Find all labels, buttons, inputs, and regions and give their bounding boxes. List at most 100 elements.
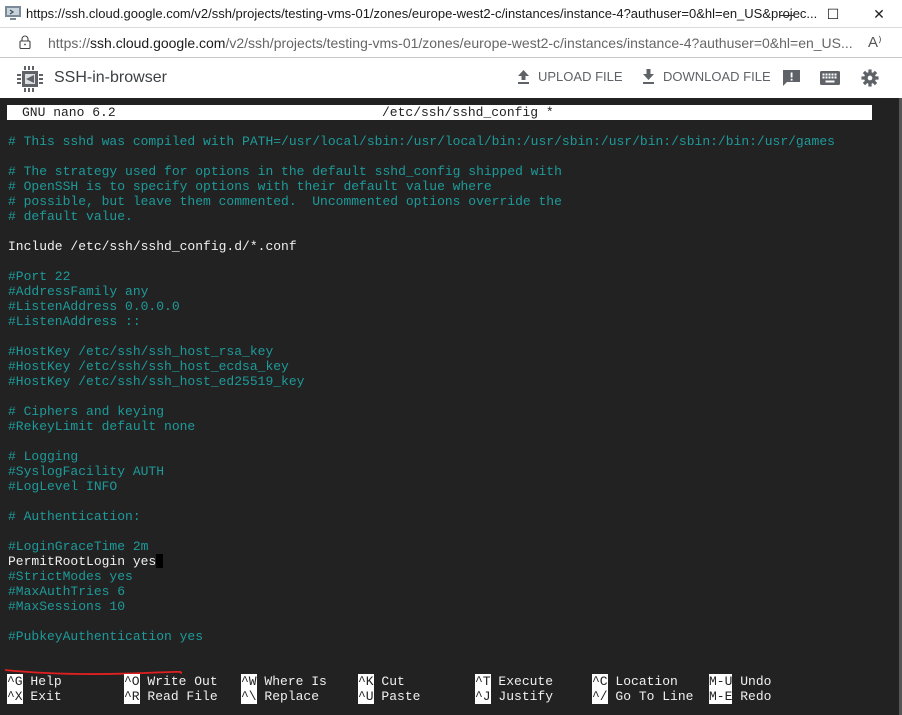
shortcut-item[interactable]: ^C Location	[592, 674, 678, 689]
minimize-button[interactable]: —	[764, 0, 810, 28]
terminal[interactable]: GNU nano 6.2 /etc/ssh/sshd_config * # Th…	[0, 98, 902, 715]
editor-line[interactable]: # Ciphers and keying	[8, 404, 835, 419]
shortcut-item[interactable]: ^\ Replace	[241, 689, 319, 704]
close-button[interactable]: ✕	[856, 0, 902, 28]
download-file-label: DOWNLOAD FILE	[663, 69, 771, 84]
editor-line[interactable]: #RekeyLimit default none	[8, 419, 835, 434]
editor-line[interactable]: #MaxAuthTries 6	[8, 584, 835, 599]
editor-line[interactable]: #HostKey /etc/ssh/ssh_host_rsa_key	[8, 344, 835, 359]
editor-line[interactable]: #Port 22	[8, 269, 835, 284]
window-title-bar: https://ssh.cloud.google.com/v2/ssh/proj…	[0, 0, 902, 28]
editor-line[interactable]	[8, 524, 835, 539]
editor-line-text: # Ciphers and keying	[8, 404, 165, 419]
gear-icon[interactable]	[860, 69, 880, 87]
editor-line[interactable]: #StrictModes yes	[8, 569, 835, 584]
shortcut-label: Cut	[381, 674, 405, 689]
shortcut-item[interactable]: M-U Undo	[709, 674, 771, 689]
editor-line[interactable]: # possible, but leave them commented. Un…	[8, 194, 835, 209]
editor-line[interactable]: #HostKey /etc/ssh/ssh_host_ecdsa_key	[8, 359, 835, 374]
download-icon	[643, 69, 654, 84]
editor-line[interactable]: # Authentication:	[8, 509, 835, 524]
address-bar[interactable]: https://ssh.cloud.google.com/v2/ssh/proj…	[0, 28, 902, 58]
upload-file-button[interactable]: UPLOAD FILE	[517, 69, 623, 84]
shortcut-key: ^C	[592, 674, 608, 689]
app-window-icon	[5, 6, 21, 20]
editor-line[interactable]	[8, 224, 835, 239]
editor-line-text: Include /etc/ssh/sshd_config.d/*.conf	[8, 239, 297, 254]
editor-line[interactable]: Include /etc/ssh/sshd_config.d/*.conf	[8, 239, 835, 254]
editor-line[interactable]: #LoginGraceTime 2m	[8, 539, 835, 554]
editor-line-text: # This sshd was compiled with PATH=/usr/…	[8, 134, 835, 149]
editor-line[interactable]	[8, 149, 835, 164]
editor-line[interactable]: #LogLevel INFO	[8, 479, 835, 494]
editor-line-text: #HostKey /etc/ssh/ssh_host_ed25519_key	[8, 374, 305, 389]
shortcut-label: Write Out	[147, 674, 218, 689]
app-title: SSH-in-browser	[54, 69, 167, 86]
editor-line[interactable]: # OpenSSH is to specify options with the…	[8, 179, 835, 194]
editor-line-text: # The strategy used for options in the d…	[8, 164, 562, 179]
url-path: /v2/ssh/projects/testing-vms-01/zones/eu…	[225, 35, 853, 51]
editor-line[interactable]: #AddressFamily any	[8, 284, 835, 299]
editor-line-text: # OpenSSH is to specify options with the…	[8, 179, 492, 194]
editor-line-text: #LogLevel INFO	[8, 479, 118, 494]
editor-line[interactable]: #ListenAddress 0.0.0.0	[8, 299, 835, 314]
keyboard-icon[interactable]	[820, 69, 840, 87]
lock-icon[interactable]	[19, 35, 31, 49]
upload-file-label: UPLOAD FILE	[538, 69, 623, 84]
editor-line[interactable]	[8, 389, 835, 404]
text-cursor	[156, 554, 164, 568]
url-host: ssh.cloud.google.com	[90, 35, 226, 51]
nano-title-bar: GNU nano 6.2 /etc/ssh/sshd_config *	[7, 105, 872, 120]
shortcut-key: ^R	[124, 689, 140, 704]
editor-line-text: #MaxAuthTries 6	[8, 584, 126, 599]
shortcut-item[interactable]: ^/ Go To Line	[592, 689, 693, 704]
shortcut-item[interactable]: ^J Justify	[475, 689, 553, 704]
shortcut-item[interactable]: ^U Paste	[358, 689, 420, 704]
nano-version: GNU nano 6.2	[22, 105, 116, 120]
editor-line[interactable]: # default value.	[8, 209, 835, 224]
compute-chip-icon	[17, 66, 43, 92]
shortcut-item[interactable]: ^R Read File	[124, 689, 218, 704]
editor-line[interactable]	[8, 494, 835, 509]
editor-line[interactable]	[8, 254, 835, 269]
editor-line[interactable]	[8, 329, 835, 344]
editor-line-text: #PubkeyAuthentication yes	[8, 629, 204, 644]
read-aloud-icon[interactable]: A⁾	[868, 33, 882, 51]
editor-line[interactable]: # This sshd was compiled with PATH=/usr/…	[8, 134, 835, 149]
shortcut-label: Justify	[498, 689, 554, 704]
maximize-button[interactable]: ☐	[810, 0, 856, 28]
editor-line-text: #MaxSessions 10	[8, 599, 126, 614]
shortcut-label: Redo	[740, 689, 772, 704]
shortcut-item[interactable]: ^X Exit	[7, 689, 62, 704]
editor-line-text: #AddressFamily any	[8, 284, 149, 299]
editor-line[interactable]	[8, 434, 835, 449]
download-file-button[interactable]: DOWNLOAD FILE	[642, 69, 771, 84]
shortcut-key: M-E	[709, 689, 733, 704]
editor-line[interactable]: # The strategy used for options in the d…	[8, 164, 835, 179]
file-content[interactable]: # This sshd was compiled with PATH=/usr/…	[8, 134, 835, 644]
shortcut-label: Execute	[498, 674, 554, 689]
shortcut-label: Undo	[740, 674, 772, 689]
shortcut-item[interactable]: ^K Cut	[358, 674, 405, 689]
editor-line[interactable]: #SyslogFacility AUTH	[8, 464, 835, 479]
editor-line-text: PermitRootLogin yes	[8, 554, 157, 569]
shortcut-item[interactable]: ^T Execute	[475, 674, 553, 689]
shortcut-item[interactable]: ^G Help	[7, 674, 62, 689]
editor-line[interactable]: # Logging	[8, 449, 835, 464]
shortcut-item[interactable]: M-E Redo	[709, 689, 771, 704]
editor-line[interactable]: #ListenAddress ::	[8, 314, 835, 329]
shortcut-item[interactable]: ^O Write Out	[124, 674, 218, 689]
shortcut-key: ^U	[358, 689, 374, 704]
editor-line-text: #LoginGraceTime 2m	[8, 539, 149, 554]
editor-line[interactable]: #MaxSessions 10	[8, 599, 835, 614]
url-text[interactable]: https://ssh.cloud.google.com/v2/ssh/proj…	[48, 35, 853, 51]
minimize-icon: —	[780, 6, 794, 22]
editor-line-active[interactable]: PermitRootLogin yes	[8, 554, 835, 569]
editor-line[interactable]: #PubkeyAuthentication yes	[8, 629, 835, 644]
shortcut-label: Paste	[381, 689, 421, 704]
feedback-icon[interactable]	[782, 69, 802, 87]
shortcut-item[interactable]: ^W Where Is	[241, 674, 327, 689]
editor-line-text: # possible, but leave them commented. Un…	[8, 194, 562, 209]
editor-line[interactable]: #HostKey /etc/ssh/ssh_host_ed25519_key	[8, 374, 835, 389]
editor-line[interactable]	[8, 614, 835, 629]
